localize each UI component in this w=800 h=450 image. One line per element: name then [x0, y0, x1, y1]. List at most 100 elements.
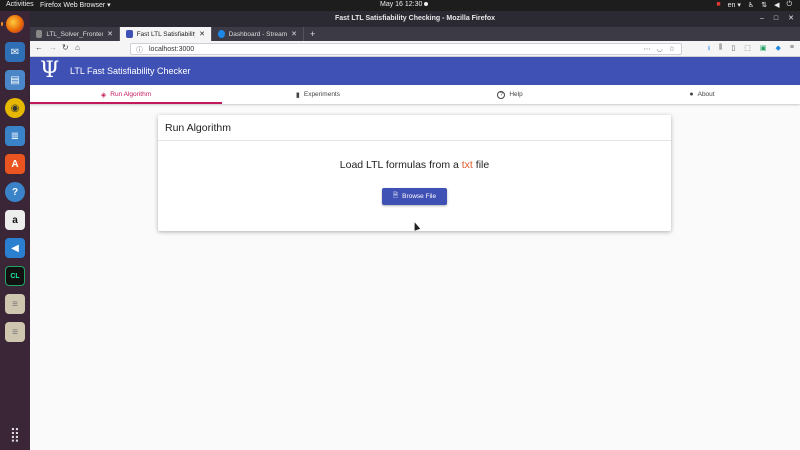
dock-item-rhythmbox[interactable]: ◉ — [5, 98, 25, 118]
vscode-icon: ◀ — [11, 242, 19, 254]
streamable-favicon-icon — [218, 30, 225, 38]
browser-tab-strip: LTL_Solver_Frontend/Ex ✕ Fast LTL Satisf… — [30, 27, 800, 41]
close-tab-icon[interactable]: ✕ — [199, 30, 205, 38]
browser-tab-label: Fast LTL Satisfiability Ch — [136, 30, 196, 38]
clock-label: May 16 12:30 — [380, 1, 423, 8]
maximize-icon[interactable]: □ — [774, 11, 778, 27]
accessibility-icon[interactable]: ♿ — [748, 1, 754, 9]
amazon-icon: a — [12, 214, 18, 226]
dock-item-clion[interactable]: CL — [5, 266, 25, 286]
dock-item-document-2[interactable]: ≡ — [5, 322, 25, 342]
window-title-bar: Fast LTL Satisfiability Checking - Mozil… — [30, 11, 800, 27]
minimize-icon[interactable]: – — [760, 11, 764, 27]
page-actions-icon[interactable]: ⋯ — [644, 45, 651, 53]
thunderbird-icon: ✉ — [10, 46, 20, 58]
back-icon[interactable]: ← — [35, 43, 43, 52]
tab-label: Run Algorithm — [110, 91, 152, 98]
url-bar[interactable]: ⓘ localhost:3000 ⋯ ◡ ☆ — [130, 43, 682, 55]
bookmark-star-icon[interactable]: ☆ — [669, 45, 675, 53]
url-text: localhost:3000 — [149, 45, 195, 53]
browser-tab[interactable]: Dashboard - Streamable ✕ — [212, 27, 304, 41]
activities-button[interactable]: Activities — [6, 1, 34, 8]
dock-item-vscode[interactable]: ◀ — [5, 238, 25, 258]
active-tab-indicator — [30, 102, 222, 104]
help-circle-icon: ? — [497, 90, 506, 99]
document-icon: ≡ — [12, 326, 18, 338]
extension-icon[interactable]: ▣ — [760, 44, 767, 55]
run-algorithm-card: Run Algorithm Load LTL formulas from a t… — [158, 115, 671, 231]
system-top-bar: Activities Firefox Web Browser ▾ May 16 … — [0, 0, 800, 11]
dock-item-firefox[interactable] — [1, 14, 25, 34]
menu-icon[interactable]: ≡ — [790, 44, 794, 55]
psi-logo-icon: Ψ — [40, 58, 60, 83]
tab-help[interactable]: ? Help — [414, 85, 606, 104]
help-icon: ? — [11, 186, 19, 198]
browser-tab[interactable]: LTL_Solver_Frontend/Ex ✕ — [30, 27, 120, 41]
window-title: Fast LTL Satisfiability Checking - Mozil… — [335, 15, 495, 22]
card-title: Run Algorithm — [158, 115, 671, 141]
tab-label: About — [697, 91, 715, 98]
recording-dot-icon — [424, 2, 429, 7]
extension-icon[interactable]: ◆ — [776, 44, 781, 55]
load-instructions: Load LTL formulas from a txt file — [158, 159, 671, 171]
power-icon[interactable]: ⏻ — [786, 1, 792, 9]
file-extension: txt — [461, 159, 473, 171]
account-circle-icon: ● — [689, 91, 694, 98]
show-applications-button[interactable]: ⣿ — [5, 424, 25, 444]
navigation-toolbar: ← → ↻ ⌂ ⓘ localhost:3000 ⋯ ◡ ☆ ⭳ ⫼ ▯ ⬚ ▣… — [30, 41, 800, 57]
tab-about[interactable]: ● About — [606, 85, 798, 104]
dock: ✉ ▤ ◉ ≣ A ? a ◀ CL ≡ ≡ ⣿ — [0, 11, 30, 450]
screenshot-icon[interactable]: ⬚ — [744, 44, 751, 55]
app-header: Ψ LTL Fast Satisfiability Checker — [30, 57, 800, 85]
layers-icon: ◈ — [100, 91, 107, 99]
libreoffice-writer-icon: ≣ — [10, 130, 20, 142]
bar-chart-icon: ▮ — [296, 91, 300, 99]
dock-item-software[interactable]: A — [5, 154, 25, 174]
dock-item-writer[interactable]: ≣ — [5, 126, 25, 146]
browser-tab-label: Dashboard - Streamable — [228, 30, 288, 38]
software-center-icon: A — [11, 158, 19, 170]
site-info-icon[interactable]: ⓘ — [136, 45, 143, 55]
browser-tab-label: LTL_Solver_Frontend/Ex — [46, 30, 103, 38]
system-tray[interactable]: ■ en ▾ ♿ ⇅ ◀ ⏻ — [716, 1, 792, 9]
app-tabs: ◈ Run Algorithm ▮ Experiments ? Help ● A… — [30, 85, 800, 104]
file-icon: 🗎 — [392, 192, 399, 199]
library-icon[interactable]: ⫼ — [719, 44, 722, 55]
dock-item-files[interactable]: ▤ — [5, 70, 25, 90]
clock[interactable]: May 16 12:30 — [380, 1, 429, 8]
load-prefix: Load LTL formulas from a — [339, 159, 462, 171]
tab-label: Experiments — [303, 91, 340, 98]
volume-icon[interactable]: ◀ — [774, 1, 779, 9]
files-icon: ▤ — [10, 74, 20, 86]
reload-icon[interactable]: ↻ — [62, 43, 69, 52]
browse-file-label: Browse File — [402, 193, 437, 200]
new-tab-icon[interactable]: + — [304, 27, 321, 41]
dock-item-thunderbird[interactable]: ✉ — [5, 42, 25, 62]
rhythmbox-icon: ◉ — [10, 102, 20, 114]
camera-icon[interactable]: ■ — [716, 1, 720, 9]
dock-item-help[interactable]: ? — [5, 182, 25, 202]
close-window-icon[interactable]: ✕ — [788, 11, 794, 27]
browser-tab-active[interactable]: Fast LTL Satisfiability Ch ✕ — [120, 27, 212, 41]
network-icon[interactable]: ⇅ — [761, 1, 767, 9]
forward-icon[interactable]: → — [49, 43, 57, 52]
close-tab-icon[interactable]: ✕ — [291, 30, 297, 38]
language-menu[interactable]: en ▾ — [728, 1, 741, 9]
app-title: LTL Fast Satisfiability Checker — [70, 66, 191, 76]
downloads-icon[interactable]: ⭳ — [708, 44, 710, 55]
dock-item-amazon[interactable]: a — [5, 210, 25, 230]
home-icon[interactable]: ⌂ — [75, 43, 80, 52]
document-icon: ≡ — [12, 298, 18, 310]
github-favicon-icon — [36, 30, 43, 38]
firefox-icon — [6, 15, 24, 33]
app-menu[interactable]: Firefox Web Browser ▾ — [40, 1, 111, 9]
pocket-icon[interactable]: ◡ — [657, 45, 663, 53]
load-suffix: file — [472, 159, 490, 171]
sidebar-icon[interactable]: ▯ — [731, 44, 735, 55]
tab-label: Help — [509, 91, 523, 98]
app-favicon-icon — [126, 30, 133, 38]
browse-file-button[interactable]: 🗎 Browse File — [382, 188, 447, 205]
dock-item-document-1[interactable]: ≡ — [5, 294, 25, 314]
close-tab-icon[interactable]: ✕ — [107, 30, 113, 38]
tab-experiments[interactable]: ▮ Experiments — [222, 85, 414, 104]
